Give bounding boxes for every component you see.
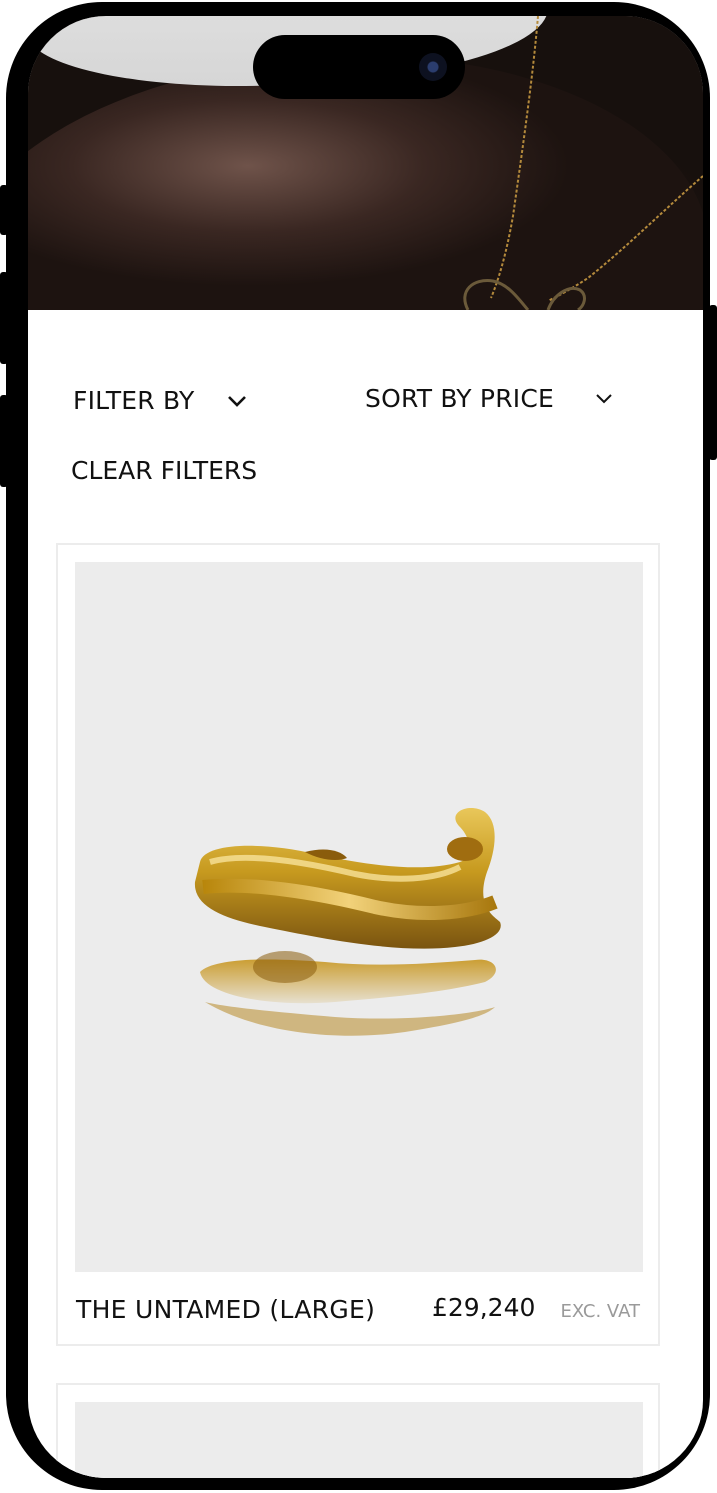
product-name[interactable]: THE UNTAMED (LARGE) [76,1295,375,1324]
gold-cuff-bracelet-graphic [194,807,501,1036]
product-image-next[interactable] [75,1402,643,1478]
clear-filters-button[interactable]: CLEAR FILTERS [71,456,257,485]
screen: FILTER BY SORT BY PRICE CLEAR FILTERS TH… [28,16,703,1478]
product-image[interactable] [75,562,643,1272]
filter-by-dropdown[interactable]: FILTER BY [73,386,248,415]
product-price: £29,240 [432,1293,536,1322]
chevron-down-icon [228,395,247,407]
chevron-down-icon [596,393,612,403]
sort-by-label: SORT BY PRICE [365,384,554,413]
volume-down-button [0,395,8,487]
action-button [0,185,8,235]
filter-bar: FILTER BY SORT BY PRICE [28,384,703,426]
product-card[interactable]: THE UNTAMED (LARGE) £29,240 EXC. VAT [56,543,660,1346]
product-card-next[interactable] [56,1383,660,1478]
volume-up-button [0,272,8,364]
power-button [709,305,717,460]
filter-by-label: FILTER BY [73,386,195,415]
vat-note: EXC. VAT [560,1301,640,1322]
dynamic-island [253,35,465,99]
sort-by-price-dropdown[interactable]: SORT BY PRICE [365,384,614,413]
camera-icon [419,53,447,81]
